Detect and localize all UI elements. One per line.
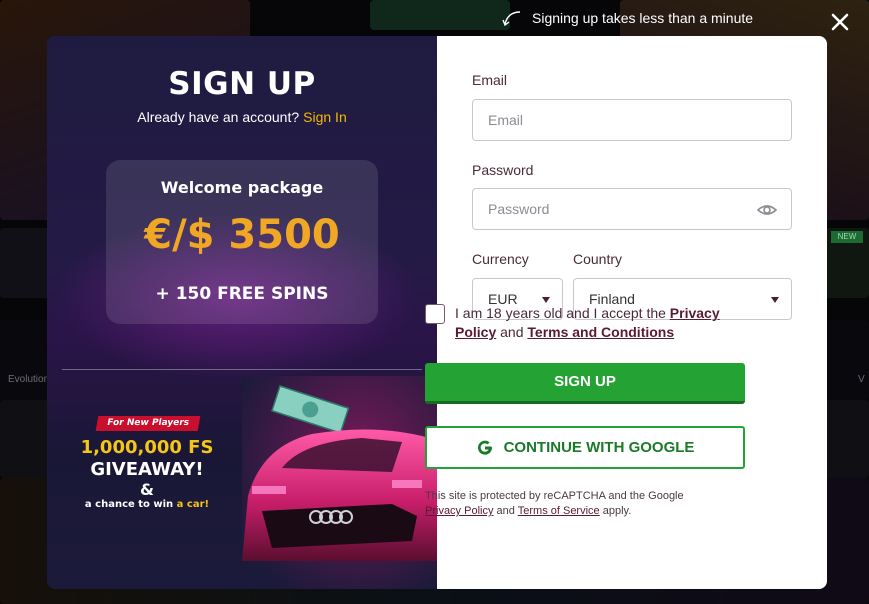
terms-text: I am 18 years old and I accept the Priva… [455, 304, 745, 342]
google-privacy-link[interactable]: Privacy Policy [425, 505, 493, 517]
terms-and: and [500, 324, 524, 340]
google-icon [477, 440, 492, 455]
curved-arrow-icon [502, 11, 521, 27]
email-field[interactable] [488, 100, 776, 140]
account-prompt-text: Already have an account? [137, 109, 300, 125]
signup-button[interactable]: SIGN UP [425, 363, 745, 404]
giveaway-car-prefix: a chance to win [84, 499, 174, 510]
password-field-wrapper [472, 188, 792, 230]
email-field-wrapper [472, 99, 792, 141]
chevron-down-icon [542, 297, 550, 303]
promo-title: SIGN UP [168, 66, 316, 102]
age-terms-checkbox[interactable] [425, 304, 445, 324]
signup-hint: Signing up takes less than a minute [502, 7, 753, 29]
welcome-package-box: Welcome package €/$ 3500 + 150 FREE SPIN… [106, 160, 378, 324]
email-label: Email [472, 72, 508, 88]
bg-provider-label: Evolution [8, 374, 50, 385]
close-button[interactable] [828, 10, 852, 34]
car-image [242, 376, 437, 589]
bg-new-badge: NEW [831, 231, 863, 243]
sign-in-link[interactable]: Sign In [303, 109, 347, 125]
currency-label: Currency [472, 251, 529, 267]
promo-panel: SIGN UP Already have an account? Sign In … [47, 36, 437, 589]
welcome-spins: + 150 FREE SPINS [155, 284, 329, 304]
giveaway-title: GIVEAWAY! [90, 459, 204, 480]
new-players-tag: For New Players [95, 416, 201, 431]
chevron-down-icon [771, 297, 779, 303]
account-prompt: Already have an account? Sign In [47, 109, 437, 125]
country-label: Country [573, 251, 623, 267]
password-field[interactable] [488, 189, 776, 229]
recaptcha-prefix: This site is protected by reCAPTCHA and … [425, 490, 684, 502]
recaptcha-and: and [496, 505, 515, 517]
giveaway-ampersand: & [140, 480, 154, 499]
google-tos-link[interactable]: Terms of Service [518, 505, 600, 517]
giveaway-banner: For New Players 1,000,000 FS GIVEAWAY! &… [47, 376, 437, 589]
google-button-label: CONTINUE WITH GOOGLE [503, 439, 695, 456]
giveaway-car-line: a chance to win a car! [47, 499, 247, 510]
terms-prefix: I am 18 years old and I accept the [455, 305, 666, 321]
password-label: Password [472, 162, 534, 178]
terms-conditions-link[interactable]: Terms and Conditions [527, 324, 674, 340]
recaptcha-suffix: apply. [602, 505, 632, 517]
promo-divider [62, 369, 422, 370]
recaptcha-notice: This site is protected by reCAPTCHA and … [425, 489, 745, 519]
google-signin-button[interactable]: CONTINUE WITH GOOGLE [425, 426, 745, 469]
bg-provider-label-right: V [858, 374, 865, 385]
signup-hint-text: Signing up takes less than a minute [532, 10, 754, 26]
welcome-title: Welcome package [160, 178, 324, 197]
close-icon [831, 13, 849, 31]
welcome-amount: €/$ 3500 [144, 212, 340, 258]
giveaway-car-highlight: a car! [176, 499, 210, 510]
giveaway-fs: 1,000,000 FS [80, 437, 214, 458]
show-password-eye-icon[interactable] [757, 201, 777, 219]
